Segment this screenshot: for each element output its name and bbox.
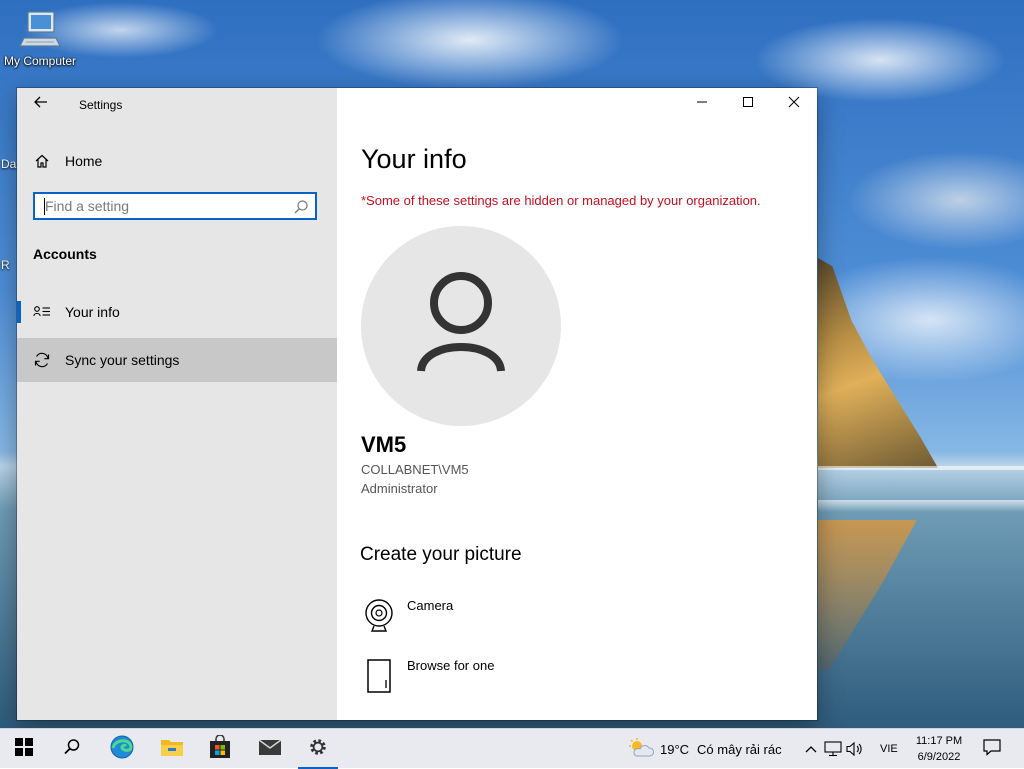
- user-role: Administrator: [361, 481, 438, 496]
- camera-option-label: Camera: [407, 598, 454, 613]
- maximize-icon: [742, 95, 754, 113]
- desktop-icon-label: My Computer: [3, 54, 77, 68]
- taskbar-store[interactable]: [196, 729, 244, 769]
- desktop-icon-fragment[interactable]: R: [1, 258, 10, 272]
- caption-buttons: [679, 88, 817, 120]
- search-icon: [63, 738, 81, 761]
- taskbar: 19°C Có mây rải rác VIE 11:17 PM 6/9/202…: [0, 728, 1024, 769]
- folder-icon: [160, 737, 184, 762]
- taskbar-search-button[interactable]: [48, 729, 96, 769]
- avatar: [361, 226, 561, 426]
- contact-card-icon: [33, 303, 51, 321]
- clock-date: 6/9/2022: [917, 751, 961, 763]
- create-picture-heading: Create your picture: [360, 544, 522, 565]
- document-icon: [361, 658, 397, 694]
- maximize-button[interactable]: [725, 88, 771, 120]
- home-icon: [34, 152, 52, 170]
- mail-icon: [258, 738, 282, 761]
- taskbar-edge[interactable]: [98, 729, 146, 769]
- wallpaper-reflection: [818, 520, 917, 670]
- chevron-up-icon[interactable]: [802, 740, 820, 758]
- close-icon: [788, 95, 800, 113]
- taskbar-clock[interactable]: 11:17 PM 6/9/2022: [905, 733, 973, 765]
- gear-icon: [308, 737, 328, 762]
- selection-indicator: [17, 301, 21, 323]
- weather-widget[interactable]: 19°C Có mây rải rác: [628, 729, 782, 769]
- settings-content: Your info *Some of these settings are hi…: [337, 88, 817, 720]
- notification-icon: [983, 738, 1001, 761]
- camera-icon: [361, 598, 397, 634]
- text-caret: [44, 198, 45, 215]
- wallpaper-cliff: [818, 258, 938, 468]
- system-tray: [802, 729, 868, 769]
- windows-logo-icon: [15, 737, 33, 761]
- camera-option[interactable]: Camera: [361, 598, 453, 634]
- desktop-icon-fragment[interactable]: Da: [1, 157, 16, 171]
- clock-time: 11:17 PM: [915, 735, 963, 747]
- input-language[interactable]: VIE: [880, 729, 898, 769]
- sidebar-item-your-info[interactable]: Your info: [17, 290, 337, 334]
- title-bar[interactable]: Settings: [17, 88, 337, 120]
- search-input[interactable]: [35, 194, 285, 218]
- taskbar-mail[interactable]: [246, 729, 294, 769]
- sidebar-item-sync-your-settings[interactable]: Sync your settings: [17, 338, 337, 382]
- taskbar-file-explorer[interactable]: [148, 729, 196, 769]
- section-title-accounts: Accounts: [33, 246, 97, 262]
- edge-browser-icon: [110, 735, 134, 764]
- home-button[interactable]: Home: [17, 146, 337, 176]
- window-title: Settings: [79, 98, 123, 112]
- back-button[interactable]: [31, 94, 51, 114]
- wallpaper-horizon: [818, 466, 1024, 470]
- user-display-name: VM5: [361, 432, 407, 457]
- weather-condition: Có mây rải rác: [697, 741, 782, 757]
- sync-icon: [33, 351, 51, 369]
- partly-cloudy-icon: [628, 737, 654, 761]
- user-silhouette-icon: [411, 269, 511, 384]
- store-icon: [208, 733, 232, 764]
- user-account: COLLABNET\VM5: [361, 462, 469, 477]
- speaker-icon[interactable]: [846, 740, 864, 758]
- taskbar-settings[interactable]: [294, 729, 342, 769]
- page-title: Your info: [361, 144, 467, 174]
- home-label: Home: [65, 153, 103, 169]
- back-arrow-icon: [33, 94, 49, 115]
- search-icon[interactable]: [293, 199, 309, 215]
- wallpaper-surf: [818, 500, 1024, 512]
- desktop-icon-my-computer[interactable]: My Computer: [2, 8, 78, 68]
- minimize-button[interactable]: [679, 88, 725, 120]
- start-button[interactable]: [0, 729, 48, 769]
- notification-center-button[interactable]: [980, 729, 1004, 769]
- network-icon[interactable]: [824, 740, 842, 758]
- computer-icon: [18, 8, 62, 52]
- minimize-icon: [696, 95, 708, 113]
- sidebar-item-label: Your info: [65, 304, 120, 320]
- search-box[interactable]: [33, 192, 317, 220]
- organization-notice: *Some of these settings are hidden or ma…: [361, 193, 761, 208]
- browse-option[interactable]: Browse for one: [361, 658, 494, 694]
- close-button[interactable]: [771, 88, 817, 120]
- browse-option-label: Browse for one: [407, 658, 495, 673]
- weather-temperature: 19°C: [660, 741, 690, 757]
- sidebar-item-label: Sync your settings: [65, 352, 180, 368]
- settings-window: Settings Home Accounts Your info: [17, 88, 817, 720]
- settings-sidebar: Settings Home Accounts Your info: [17, 88, 337, 720]
